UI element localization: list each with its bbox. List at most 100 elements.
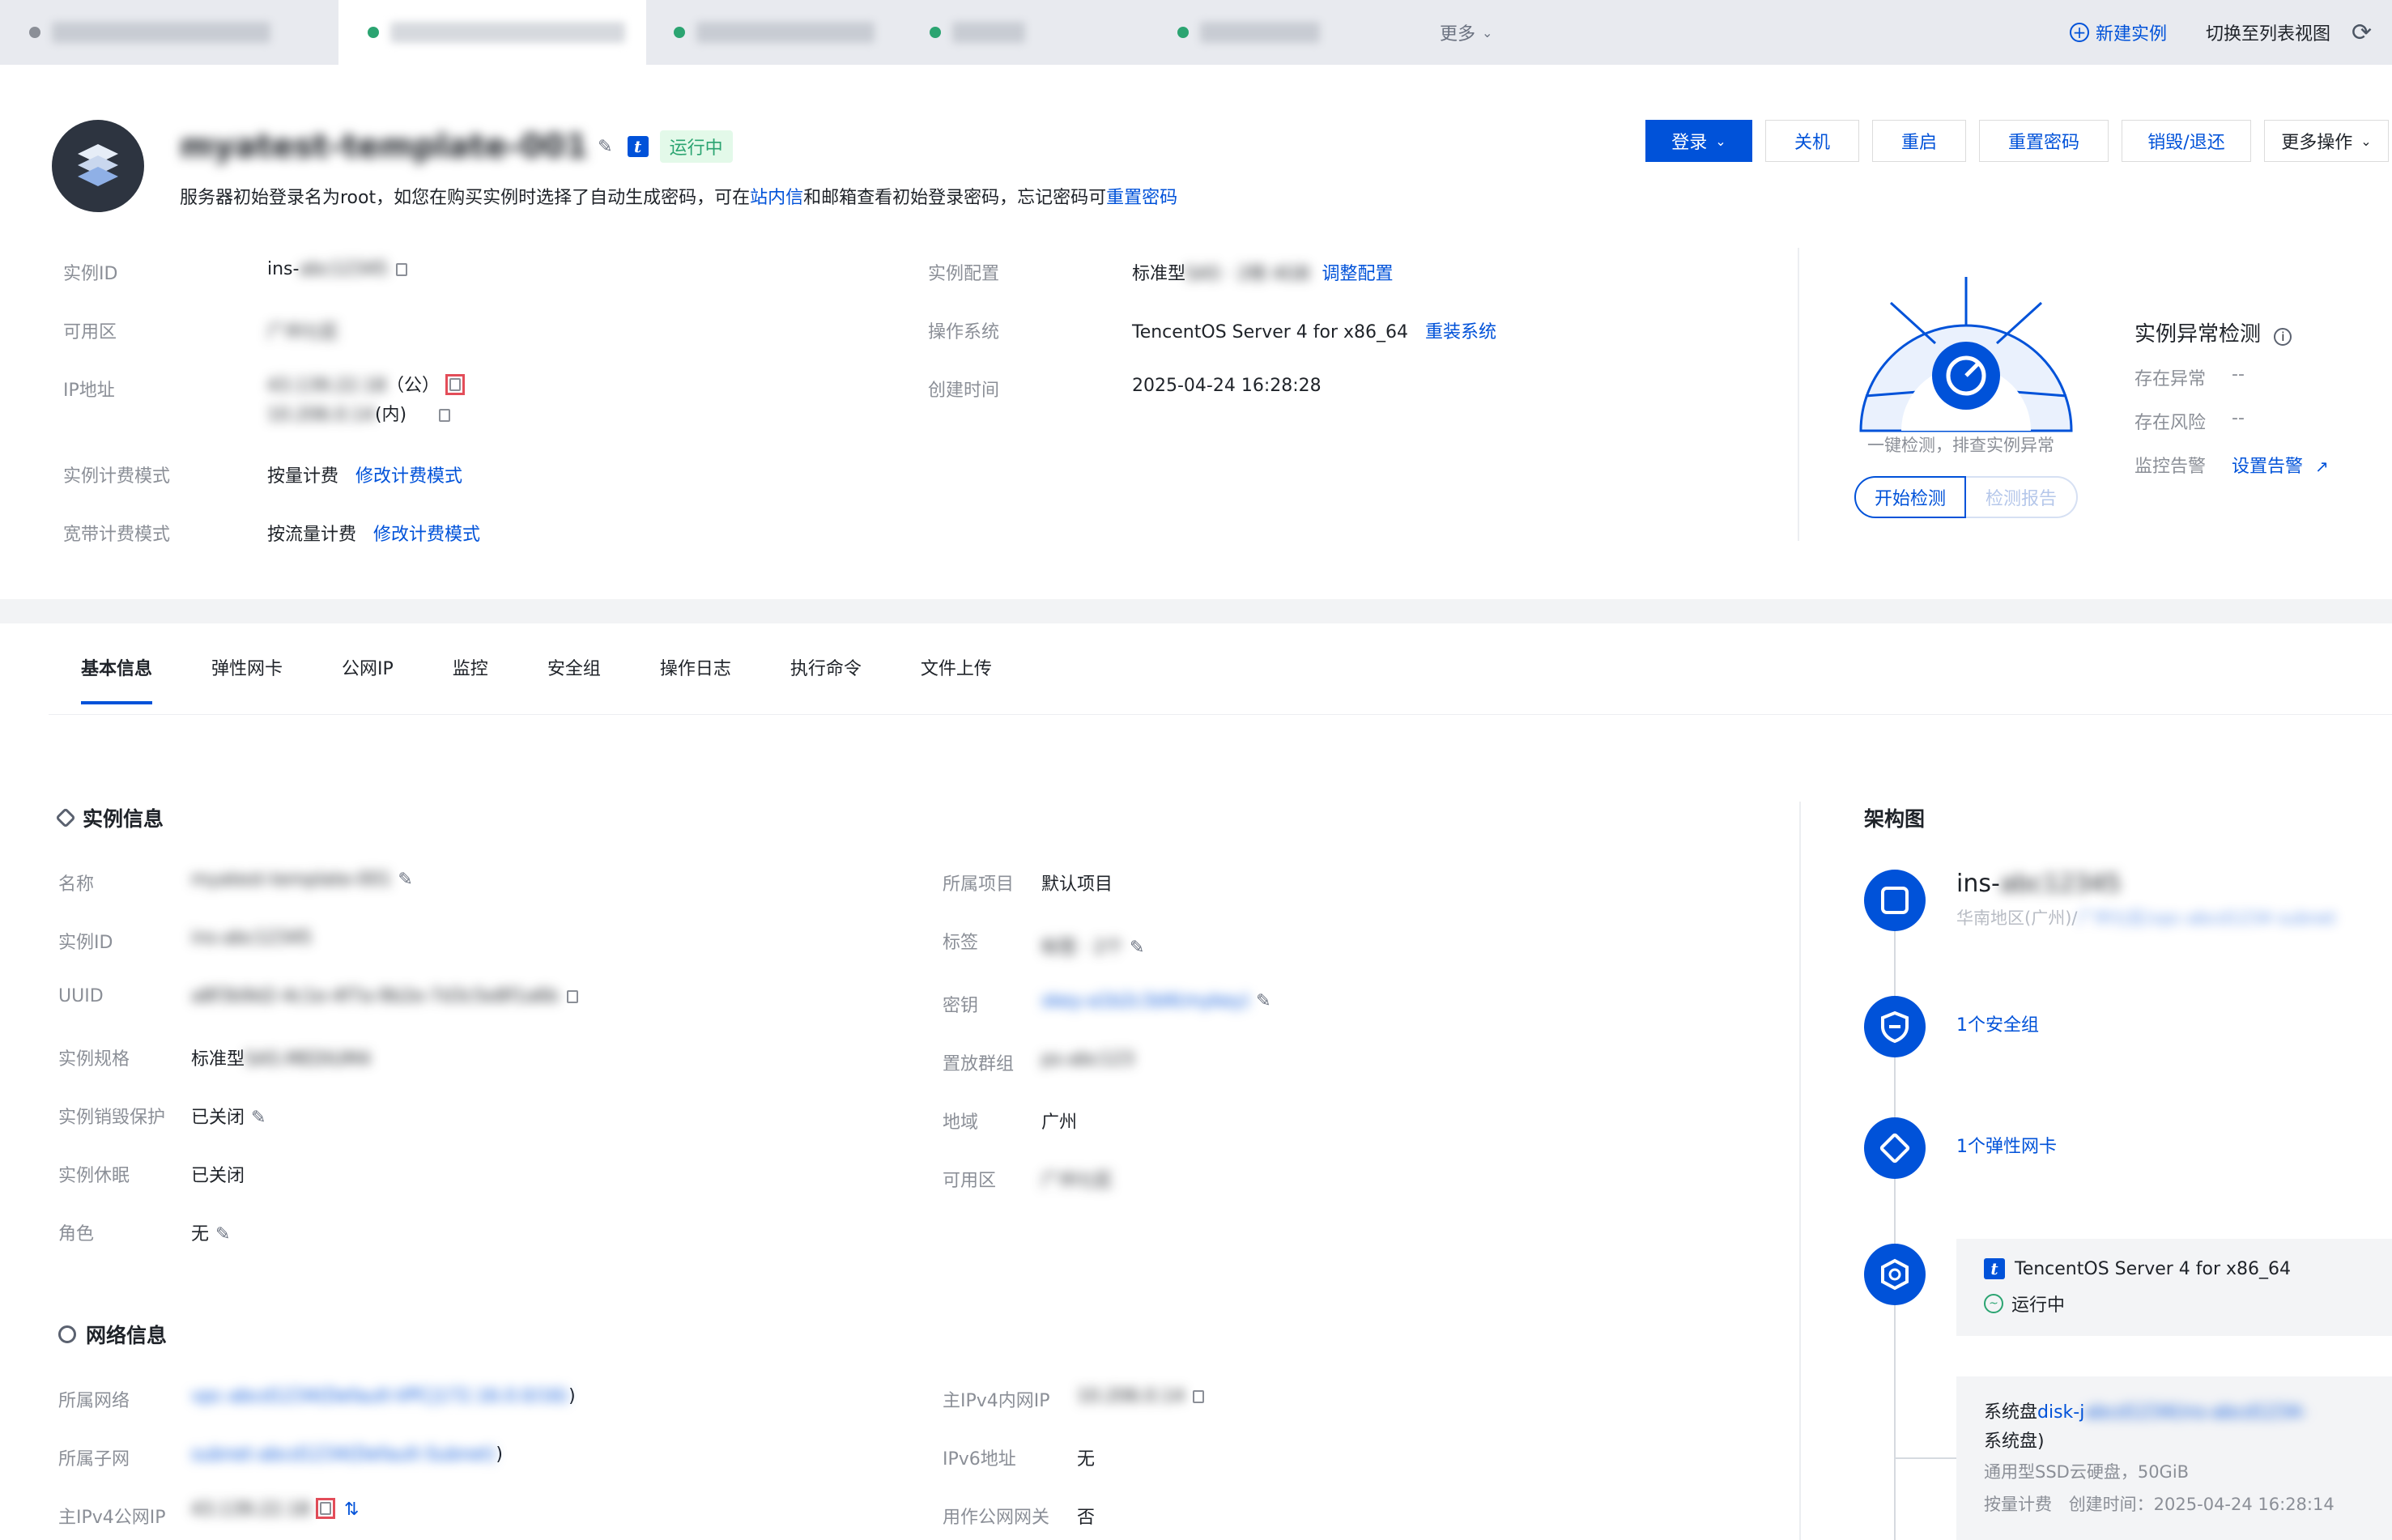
- role-value: 无: [191, 1224, 210, 1244]
- abnormal-label: 存在异常: [2134, 369, 2207, 389]
- edit-icon[interactable]: ✎: [398, 870, 412, 890]
- disk-suffix: 系统盘): [1984, 1432, 2045, 1452]
- vpc-link[interactable]: vpc-abcd1234(Default-VPC|172.16.0.0/16): [191, 1386, 568, 1406]
- private-ip-label: 主IPv4内网IP: [943, 1391, 1050, 1411]
- tags-value: 标签 · 2个: [1041, 938, 1123, 958]
- architecture-title: 架构图: [1864, 807, 1926, 831]
- instance-id-label: 实例ID: [58, 933, 113, 953]
- reinstall-os-link[interactable]: 重装系统: [1425, 322, 1496, 342]
- tab-eni[interactable]: 弹性网卡: [211, 654, 283, 704]
- tab-label: ins-cpu-instance: [696, 22, 875, 43]
- divider: [1799, 802, 1801, 1540]
- tab-file-upload[interactable]: 文件上传: [921, 654, 992, 704]
- tab-basic-info[interactable]: 基本信息: [81, 654, 153, 704]
- refresh-icon[interactable]: ⟳: [2352, 0, 2372, 65]
- disk-blurred: abcd1234(ins-abcd1234-: [2084, 1402, 2308, 1423]
- created-value: 2025-04-24 16:28:28: [1132, 376, 1322, 396]
- copy-icon[interactable]: [439, 409, 451, 422]
- tab-monitoring[interactable]: 监控: [453, 654, 488, 704]
- copy-icon[interactable]: [319, 1502, 331, 1515]
- ip-label: IP地址: [63, 381, 115, 401]
- instance-node[interactable]: [1864, 870, 1926, 931]
- more-actions-button[interactable]: 更多操作 ⌄: [2264, 120, 2389, 162]
- instance-info-title: 实例信息: [55, 803, 164, 832]
- copy-icon[interactable]: [396, 263, 407, 276]
- inbox-link[interactable]: 站内信: [750, 188, 803, 208]
- edit-icon[interactable]: ✎: [1130, 938, 1144, 958]
- copy-icon[interactable]: [567, 990, 579, 1003]
- instance-tab[interactable]: instance-x: [930, 0, 1025, 65]
- gateway-label: 用作公网网关: [943, 1508, 1050, 1528]
- detail-tabs: 基本信息 弹性网卡 公网IP 监控 安全组 操作日志 执行命令 文件上传: [81, 654, 1051, 704]
- server-stack-icon: [78, 144, 118, 186]
- edit-name-icon[interactable]: ✎: [598, 137, 612, 157]
- disk-meta: 按量计费 创建时间：2025-04-24 16:28:14: [1984, 1491, 2335, 1516]
- risk-label: 存在风险: [2134, 413, 2207, 433]
- tab-more-dropdown[interactable]: 更多 ⌄: [1440, 0, 1492, 65]
- os-status: 运行中: [2011, 1295, 2066, 1316]
- copy-icon[interactable]: [1192, 1390, 1204, 1403]
- instance-tab-active[interactable]: myatest-template-001: [338, 0, 646, 65]
- detection-title-text: 实例异常检测: [2134, 322, 2262, 347]
- reset-password-button[interactable]: 重置密码: [1979, 120, 2109, 162]
- uuid-row: a8f3b9d2-4c1e-4f7a-9b2e-7d3c5e8f1a6b: [191, 986, 579, 1006]
- shutdown-button[interactable]: 关机: [1765, 120, 1859, 162]
- adjust-config-link[interactable]: 调整配置: [1322, 264, 1394, 284]
- swap-ip-icon[interactable]: ⇅: [344, 1500, 359, 1520]
- tab-security-group[interactable]: 安全组: [547, 654, 601, 704]
- eni-node[interactable]: [1864, 1117, 1926, 1179]
- start-detection-button[interactable]: 开始检测: [1854, 476, 1966, 518]
- config-value: 标准型: [1132, 264, 1186, 284]
- security-group-link[interactable]: 1个安全组: [1956, 1010, 2039, 1036]
- instance-tab[interactable]: ins-ins-aq2bxqdm: [29, 0, 270, 65]
- disk-prefix: 系统盘: [1984, 1402, 2038, 1423]
- eni-link[interactable]: 1个弹性网卡: [1956, 1132, 2057, 1158]
- subnet-suffix: ): [496, 1444, 503, 1465]
- info-icon[interactable]: i: [2274, 328, 2292, 346]
- connector-line: [1894, 931, 1896, 996]
- instance-tab[interactable]: ins-cpu-instance: [674, 0, 875, 65]
- ip-private-suffix: (内): [374, 405, 407, 425]
- tab-run-command[interactable]: 执行命令: [790, 654, 862, 704]
- edit-icon[interactable]: ✎: [215, 1224, 230, 1244]
- spec-label: 实例规格: [58, 1049, 130, 1070]
- instance-tab[interactable]: app-server: [1177, 0, 1320, 65]
- placement-group-link[interactable]: ps-abc123: [1041, 1049, 1134, 1070]
- switch-list-view-button[interactable]: 切换至列表视图: [2206, 0, 2330, 65]
- subnet-link[interactable]: subnet-abcd1234(Default-Subnet): [191, 1444, 496, 1465]
- set-alarm-link[interactable]: 设置告警 ↗: [2232, 452, 2329, 478]
- edit-icon[interactable]: ✎: [251, 1108, 266, 1128]
- tab-operation-log[interactable]: 操作日志: [660, 654, 731, 704]
- os-value: TencentOS Server 4 for x86_64: [1132, 322, 1409, 342]
- config-row: 标准型SA5 · 2核 4GB 调整配置: [1132, 259, 1394, 285]
- restart-button[interactable]: 重启: [1872, 120, 1966, 162]
- cube-icon: [55, 807, 76, 828]
- private-ip-row: 10.206.0.14: [1077, 1386, 1204, 1406]
- bandwidth-billing-value: 按流量计费: [267, 525, 357, 545]
- role-label: 角色: [58, 1224, 95, 1244]
- tab-public-ip[interactable]: 公网IP: [342, 654, 394, 704]
- disk-link[interactable]: disk-j: [2037, 1402, 2084, 1423]
- new-instance-button[interactable]: + 新建实例: [2070, 0, 2167, 65]
- edit-icon[interactable]: ✎: [1256, 991, 1270, 1011]
- gateway-value: 否: [1077, 1508, 1096, 1528]
- action-buttons: 登录 ⌄ 关机 重启 重置密码 销毁/退还 更多操作 ⌄: [1632, 120, 2389, 162]
- disk-title: 系统盘disk-jabcd1234(ins-abcd1234-: [1984, 1397, 2307, 1423]
- security-group-node[interactable]: [1864, 996, 1926, 1057]
- uuid-value: a8f3b9d2-4c1e-4f7a-9b2e-7d3c5e8f1a6b: [191, 986, 560, 1006]
- copy-icon[interactable]: [449, 378, 461, 391]
- copy-public-ip-highlight: [445, 374, 465, 395]
- region-value: 广州: [1041, 1112, 1078, 1133]
- switch-list-view-label: 切换至列表视图: [2206, 24, 2331, 45]
- detection-report-button[interactable]: 检测报告: [1966, 476, 2078, 518]
- login-button[interactable]: 登录 ⌄: [1645, 120, 1752, 162]
- modify-bandwidth-billing-link[interactable]: 修改计费模式: [373, 525, 480, 545]
- key-link[interactable]: skey-a1b2c3d4(mykey): [1041, 991, 1249, 1011]
- destroy-button[interactable]: 销毁/退还: [2122, 120, 2251, 162]
- ip-public-suffix: （公）: [385, 376, 440, 396]
- key-row: skey-a1b2c3d4(mykey) ✎: [1041, 991, 1271, 1011]
- os-node[interactable]: [1864, 1244, 1926, 1305]
- reset-password-link[interactable]: 重置密码: [1106, 188, 1177, 208]
- modify-billing-link[interactable]: 修改计费模式: [355, 466, 462, 487]
- plus-circle-icon: +: [2070, 23, 2089, 42]
